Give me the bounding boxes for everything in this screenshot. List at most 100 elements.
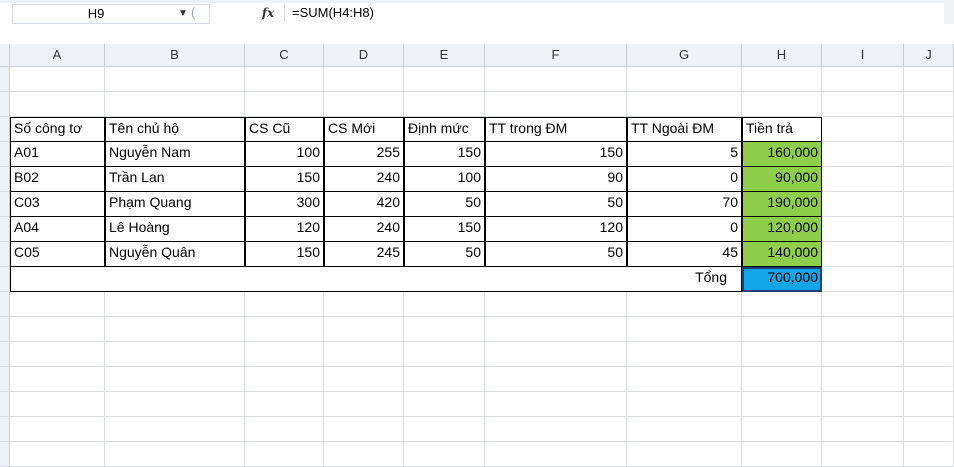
row-header[interactable] bbox=[0, 142, 10, 167]
table-cell[interactable]: 100 bbox=[404, 167, 485, 192]
cell-e15[interactable] bbox=[404, 417, 485, 442]
table-cell[interactable]: 255 bbox=[324, 142, 404, 167]
cell-g16[interactable] bbox=[627, 442, 742, 467]
cell-i16[interactable] bbox=[822, 442, 904, 467]
table-cell[interactable]: 150 bbox=[245, 167, 324, 192]
table-cell[interactable]: 100 bbox=[245, 142, 324, 167]
table-cell[interactable]: 50 bbox=[485, 242, 627, 267]
cell-h13[interactable] bbox=[742, 367, 822, 392]
formula-input[interactable]: =SUM(H4:H8) bbox=[292, 4, 374, 22]
insert-function-icon[interactable]: fx bbox=[258, 4, 278, 22]
column-header-i[interactable]: I bbox=[822, 44, 904, 67]
cell-e16[interactable] bbox=[404, 442, 485, 467]
name-box[interactable]: H9 ▼ ( bbox=[12, 4, 210, 24]
table-header-cell[interactable]: Số công tơ bbox=[10, 117, 105, 142]
column-header-f[interactable]: F bbox=[485, 44, 627, 67]
table-cell[interactable]: 300 bbox=[245, 192, 324, 217]
cell-b2[interactable] bbox=[105, 92, 245, 117]
cell-a16[interactable] bbox=[10, 442, 105, 467]
cell-a13[interactable] bbox=[10, 367, 105, 392]
table-cell[interactable]: Nguyễn Quân bbox=[105, 242, 245, 267]
table-cell[interactable]: 120,000 bbox=[742, 217, 822, 242]
cell-h2[interactable] bbox=[742, 92, 822, 117]
row-header[interactable] bbox=[0, 292, 10, 317]
cell-g14[interactable] bbox=[627, 392, 742, 417]
cell-d12[interactable] bbox=[324, 342, 404, 367]
cell-h12[interactable] bbox=[742, 342, 822, 367]
cell-g2[interactable] bbox=[627, 92, 742, 117]
cell-b14[interactable] bbox=[105, 392, 245, 417]
cell-j9[interactable] bbox=[904, 267, 954, 292]
cell-i7[interactable] bbox=[822, 217, 904, 242]
table-cell[interactable]: Lê Hoàng bbox=[105, 217, 245, 242]
cell-j10[interactable] bbox=[904, 292, 954, 317]
chevron-down-icon[interactable]: ▼ bbox=[177, 5, 189, 23]
row-header[interactable] bbox=[0, 317, 10, 342]
cell-c13[interactable] bbox=[245, 367, 324, 392]
table-cell[interactable]: 240 bbox=[324, 167, 404, 192]
cell-i1[interactable] bbox=[822, 67, 904, 92]
row-header[interactable] bbox=[0, 367, 10, 392]
cell-h15[interactable] bbox=[742, 417, 822, 442]
cell-i11[interactable] bbox=[822, 317, 904, 342]
cell-c15[interactable] bbox=[245, 417, 324, 442]
cell-c1[interactable] bbox=[245, 67, 324, 92]
row-header[interactable] bbox=[0, 117, 10, 142]
table-cell[interactable]: Trần Lan bbox=[105, 167, 245, 192]
table-cell[interactable]: Phạm Quang bbox=[105, 192, 245, 217]
table-header-cell[interactable]: Định mức bbox=[404, 117, 485, 142]
cell-b13[interactable] bbox=[105, 367, 245, 392]
table-cell[interactable]: 160,000 bbox=[742, 142, 822, 167]
cell-f12[interactable] bbox=[485, 342, 627, 367]
cell-d11[interactable] bbox=[324, 317, 404, 342]
cell-d13[interactable] bbox=[324, 367, 404, 392]
select-all-corner[interactable] bbox=[0, 44, 10, 67]
cell-a2[interactable] bbox=[10, 92, 105, 117]
cell-i8[interactable] bbox=[822, 242, 904, 267]
column-header-b[interactable]: B bbox=[105, 44, 245, 67]
table-cell[interactable]: 420 bbox=[324, 192, 404, 217]
cell-f15[interactable] bbox=[485, 417, 627, 442]
table-cell[interactable]: 50 bbox=[404, 192, 485, 217]
cell-e10[interactable] bbox=[404, 292, 485, 317]
table-cell[interactable]: C03 bbox=[10, 192, 105, 217]
row-header[interactable] bbox=[0, 342, 10, 367]
cell-c2[interactable] bbox=[245, 92, 324, 117]
cell-i14[interactable] bbox=[822, 392, 904, 417]
row-header[interactable] bbox=[0, 192, 10, 217]
cell-g10[interactable] bbox=[627, 292, 742, 317]
table-header-cell[interactable]: TT trong ĐM bbox=[485, 117, 627, 142]
cell-j14[interactable] bbox=[904, 392, 954, 417]
table-cell[interactable]: B02 bbox=[10, 167, 105, 192]
cell-b10[interactable] bbox=[105, 292, 245, 317]
cell-d16[interactable] bbox=[324, 442, 404, 467]
row-header[interactable] bbox=[0, 67, 10, 92]
table-cell[interactable]: 120 bbox=[485, 217, 627, 242]
table-cell[interactable]: 50 bbox=[485, 192, 627, 217]
cell-c11[interactable] bbox=[245, 317, 324, 342]
cell-j16[interactable] bbox=[904, 442, 954, 467]
cell-e1[interactable] bbox=[404, 67, 485, 92]
cell-b12[interactable] bbox=[105, 342, 245, 367]
table-cell[interactable]: 90,000 bbox=[742, 167, 822, 192]
cell-h14[interactable] bbox=[742, 392, 822, 417]
cell-j15[interactable] bbox=[904, 417, 954, 442]
cell-d14[interactable] bbox=[324, 392, 404, 417]
column-header-h[interactable]: H bbox=[742, 44, 822, 67]
cell-b16[interactable] bbox=[105, 442, 245, 467]
cell-f1[interactable] bbox=[485, 67, 627, 92]
cell-d1[interactable] bbox=[324, 67, 404, 92]
cell-i3[interactable] bbox=[822, 117, 904, 142]
table-cell[interactable]: 5 bbox=[627, 142, 742, 167]
row-header[interactable] bbox=[0, 217, 10, 242]
column-header-d[interactable]: D bbox=[324, 44, 404, 67]
cell-j11[interactable] bbox=[904, 317, 954, 342]
cell-e11[interactable] bbox=[404, 317, 485, 342]
column-header-c[interactable]: C bbox=[245, 44, 324, 67]
cell-b15[interactable] bbox=[105, 417, 245, 442]
cell-f14[interactable] bbox=[485, 392, 627, 417]
cell-i15[interactable] bbox=[822, 417, 904, 442]
cell-a1[interactable] bbox=[10, 67, 105, 92]
table-cell[interactable]: C05 bbox=[10, 242, 105, 267]
table-cell[interactable]: 240 bbox=[324, 217, 404, 242]
